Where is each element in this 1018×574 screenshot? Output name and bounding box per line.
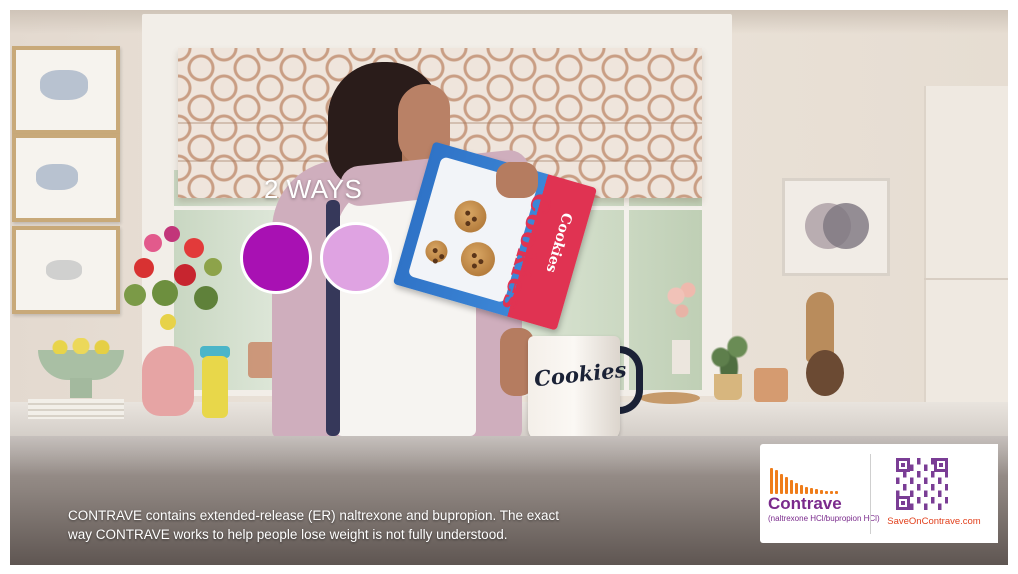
logo-bar [800, 485, 803, 494]
cabinet [924, 86, 1008, 406]
qr-code-icon[interactable] [896, 458, 948, 510]
overlay-title: 2 WAYS [264, 174, 363, 204]
cookie [450, 196, 491, 237]
jar [754, 368, 788, 402]
disclaimer-line-2: way CONTRAVE works to help people lose w… [68, 527, 508, 542]
flower-bouquet [114, 224, 244, 354]
orchid [660, 278, 700, 338]
brand-logo-icon [770, 466, 850, 494]
logo-bar [780, 474, 783, 494]
books-stack [28, 399, 124, 419]
lemons [46, 338, 116, 354]
wooden-bowl [806, 350, 844, 396]
disclaimer-line-1: CONTRAVE contains extended-release (ER) … [68, 508, 560, 523]
cookie [456, 238, 499, 281]
plate [640, 392, 700, 404]
wall-art-2 [12, 134, 120, 222]
vase [142, 346, 194, 416]
logo-bar [795, 483, 798, 494]
fruit-bowl-stand [70, 378, 92, 398]
brand-url-link[interactable]: SaveOnContrave.com [878, 516, 990, 527]
brand-generic-name: (naltrexone HCl/bupropion HCl) [768, 514, 880, 523]
cookie [422, 237, 451, 266]
wall-art-3 [12, 226, 120, 314]
disclaimer-text: CONTRAVE contains extended-release (ER) … [68, 506, 688, 544]
orchid-pot [672, 340, 690, 374]
way-circle-2 [320, 222, 392, 294]
brand-name: Contrave [768, 494, 842, 513]
water-bottle [202, 356, 228, 418]
card-divider [870, 454, 871, 534]
logo-bar [770, 468, 773, 494]
cabinet-line [924, 278, 1008, 280]
wall-art-1 [12, 46, 120, 134]
logo-bar [790, 480, 793, 494]
way-circle-1 [240, 222, 312, 294]
plant-pot [714, 374, 742, 400]
wall-art-moons [782, 178, 890, 276]
brand-card: Contrave (naltrexone HCl/bupropion HCl) … [760, 444, 998, 543]
logo-bar [785, 477, 788, 494]
woman-hand [496, 162, 538, 198]
logo-bar [775, 470, 778, 494]
plant [708, 326, 750, 378]
logo-bar [805, 487, 808, 494]
